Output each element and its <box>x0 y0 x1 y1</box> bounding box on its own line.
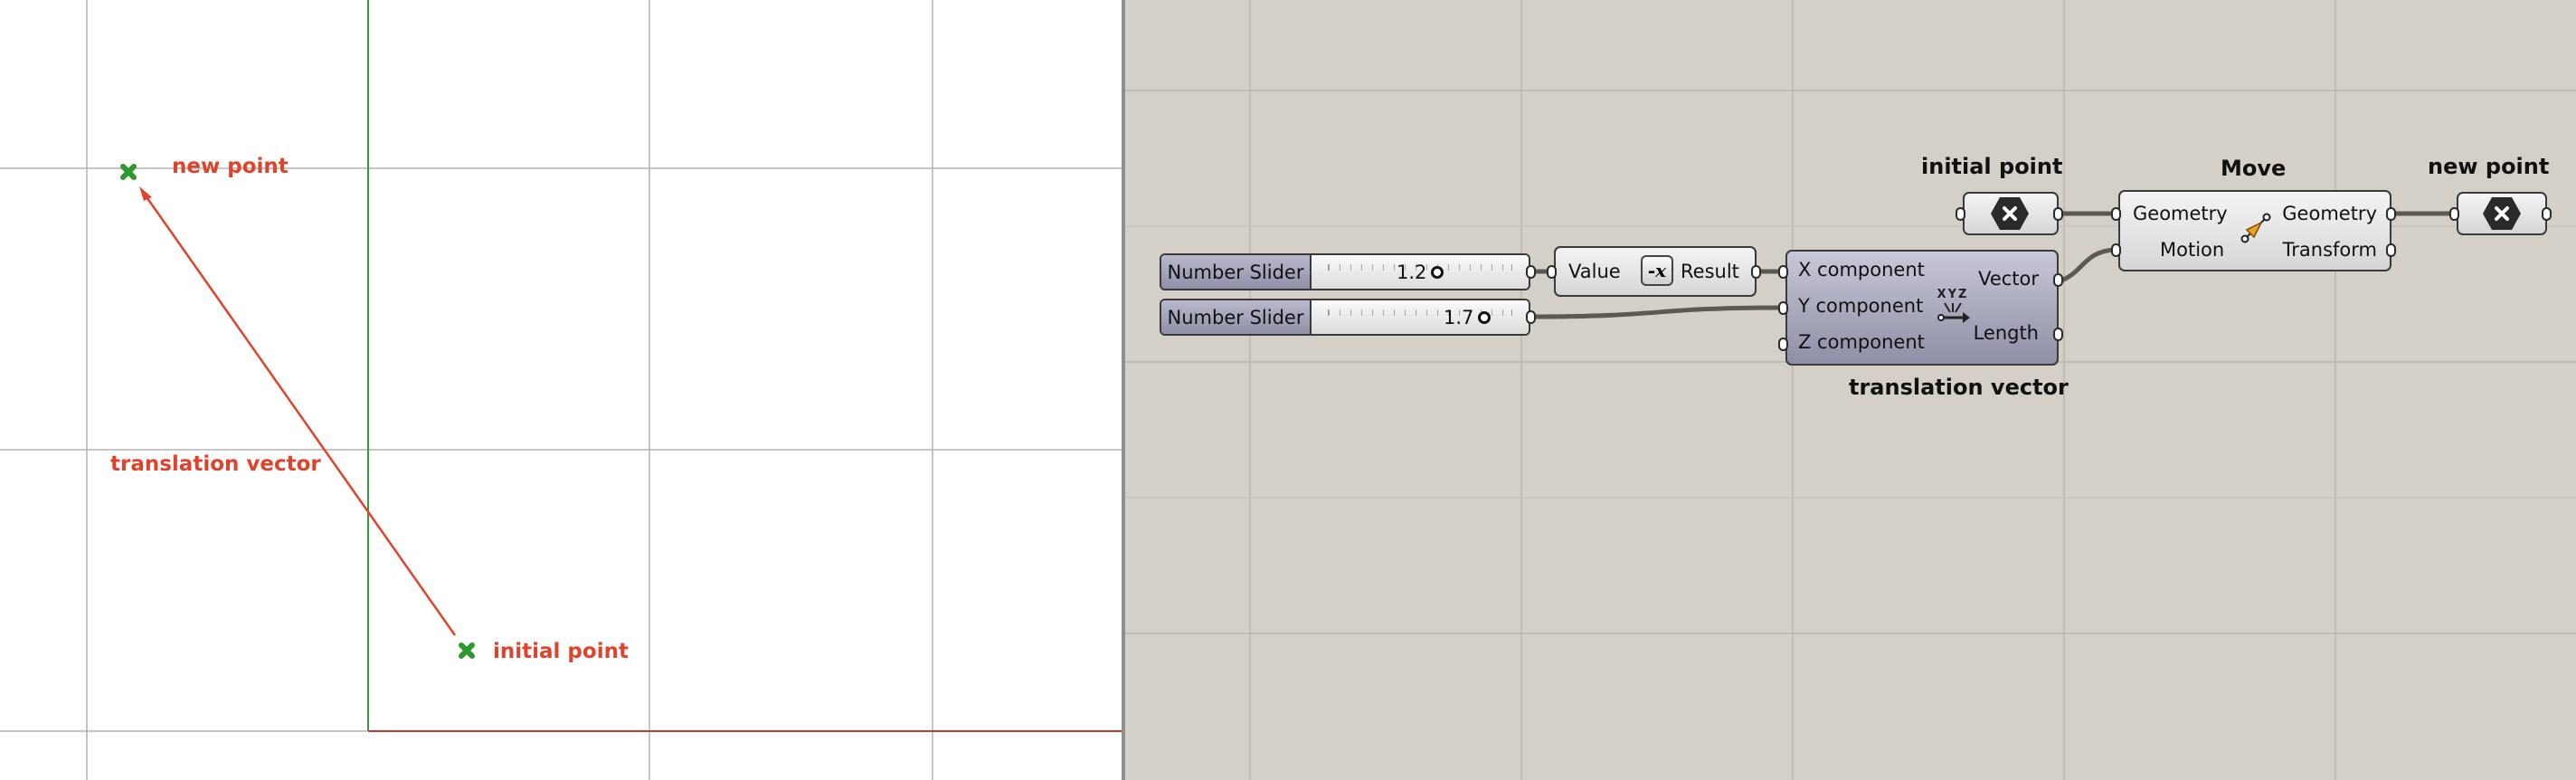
slider-value: 1.7 <box>1444 307 1474 328</box>
number-slider-1[interactable]: Number Slider 1.2 <box>1160 253 1530 290</box>
negative-component[interactable]: Value -x Result <box>1554 246 1757 297</box>
rhino-viewport[interactable]: new point initial point translation vect… <box>0 0 1122 780</box>
move-icon <box>2240 213 2271 243</box>
new-point-param[interactable] <box>2457 192 2547 235</box>
slider-name: Number Slider <box>1161 255 1312 289</box>
vector-xyz-title: translation vector <box>1849 375 2069 400</box>
move-title: Move <box>2221 156 2287 181</box>
y-component-grip[interactable] <box>1778 301 1788 315</box>
y-component-label: Y component <box>1798 295 1924 317</box>
slider-knob[interactable] <box>1478 311 1491 324</box>
number-slider-2[interactable]: Number Slider 1.7 <box>1160 299 1530 336</box>
initial-point-output-grip[interactable] <box>2053 207 2063 221</box>
initial-point-label: initial point <box>493 640 629 663</box>
z-component-label: Z component <box>1798 331 1925 353</box>
output-result-label: Result <box>1681 261 1739 282</box>
vector-output-grip[interactable] <box>2053 273 2063 287</box>
slider-knob[interactable] <box>1431 266 1444 279</box>
initial-point-input-grip[interactable] <box>1956 207 1965 221</box>
input-value-label: Value <box>1568 261 1621 282</box>
new-point-label: new point <box>172 155 289 178</box>
geometry-output-label: Geometry <box>2282 203 2377 224</box>
move-motion-input-grip[interactable] <box>2111 243 2121 257</box>
x-component-grip[interactable] <box>1778 265 1788 279</box>
new-point-title: new point <box>2428 154 2550 179</box>
z-component-grip[interactable] <box>1778 338 1788 351</box>
move-geometry-output-grip[interactable] <box>2386 207 2396 221</box>
slider-2-output-grip[interactable] <box>1526 310 1536 324</box>
slider-value: 1.2 <box>1397 262 1427 283</box>
slider-name: Number Slider <box>1161 300 1312 334</box>
vector-xyz-icon: XYZ <box>1932 288 1974 329</box>
vector-output-label: Vector <box>1978 268 2039 290</box>
vector-xyz-component[interactable]: X component Y component Z component XYZ … <box>1785 250 2059 366</box>
negative-input-grip[interactable] <box>1547 265 1557 279</box>
new-point-input-grip[interactable] <box>2449 207 2459 221</box>
slider-track[interactable]: 1.2 <box>1312 255 1529 289</box>
initial-point-param[interactable] <box>1963 192 2059 235</box>
negative-output-grip[interactable] <box>1751 265 1761 279</box>
length-output-grip[interactable] <box>2053 328 2063 341</box>
new-point-marker <box>120 164 137 180</box>
slider-track[interactable]: 1.7 <box>1312 300 1529 334</box>
negative-icon: -x <box>1641 255 1673 286</box>
length-output-label: Length <box>1973 322 2039 344</box>
transform-output-label: Transform <box>2282 239 2377 261</box>
translation-vector-arrow <box>139 186 457 636</box>
point-param-icon <box>1991 197 2029 230</box>
grasshopper-canvas[interactable]: Number Slider 1.2 Number Slider 1.7 Valu… <box>1125 0 2576 780</box>
point-param-icon <box>2483 197 2521 230</box>
new-point-output-grip[interactable] <box>2542 207 2552 221</box>
translation-vector-label: translation vector <box>110 452 321 476</box>
slider-1-output-grip[interactable] <box>1526 265 1536 279</box>
x-component-label: X component <box>1798 259 1925 281</box>
initial-point-title: initial point <box>1921 154 2063 179</box>
move-transform-output-grip[interactable] <box>2386 243 2396 257</box>
initial-point-marker <box>459 642 475 659</box>
motion-input-label: Motion <box>2160 239 2225 261</box>
move-component[interactable]: Geometry Motion Geometry Transform <box>2118 190 2391 271</box>
move-geometry-input-grip[interactable] <box>2111 207 2121 221</box>
geometry-input-label: Geometry <box>2133 203 2228 224</box>
